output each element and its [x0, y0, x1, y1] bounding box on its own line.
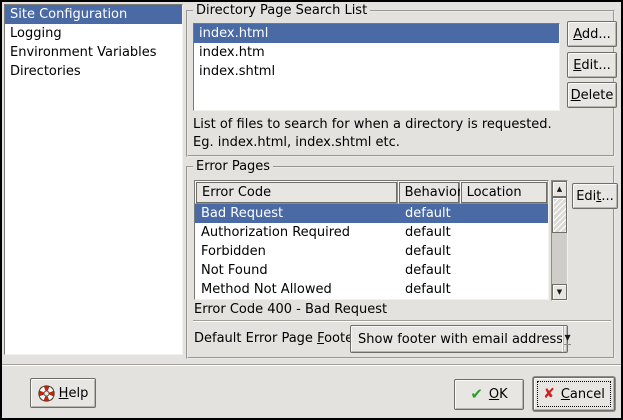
table-row[interactable]: Method Not Allowed default [195, 280, 548, 299]
description-line-2: Eg. index.html, index.shtml etc. [193, 134, 552, 152]
add-button[interactable]: Add... [567, 21, 617, 47]
cell-error-code: Authorization Required [195, 223, 399, 242]
cell-error-code: Bad Request [195, 204, 399, 223]
error-pages-frame: Error Pages Error Code Behavior Location… [186, 166, 615, 359]
directory-frame-title: Directory Page Search List [193, 3, 370, 18]
scrollbar-down-icon[interactable]: ▼ [552, 284, 567, 300]
cell-location [461, 261, 544, 280]
category-list: Site Configuration Logging Environment V… [4, 4, 183, 355]
cell-error-code: Forbidden [195, 242, 399, 261]
help-lifesaver-icon [38, 385, 55, 402]
error-pages-table: Error Code Behavior Location Bad Request… [194, 180, 549, 300]
table-row[interactable]: Bad Request default [195, 204, 548, 223]
edit-file-button[interactable]: Edit... [567, 52, 617, 78]
directory-file-list: index.html index.htm index.shtml [193, 23, 560, 111]
cancel-x-icon: ✘ [543, 387, 555, 401]
http-configuration-dialog: Site Configuration Logging Environment V… [0, 0, 623, 420]
scrollbar-thumb[interactable] [552, 197, 567, 233]
ok-button[interactable]: ✔ OK [454, 379, 524, 410]
cell-behavior: default [399, 223, 461, 242]
edit-error-page-button[interactable]: Edit... [572, 183, 618, 209]
cell-behavior: default [399, 204, 461, 223]
sidebar-item-logging[interactable]: Logging [5, 24, 182, 43]
table-header-row: Error Code Behavior Location [195, 181, 548, 204]
help-button-label: Help [59, 386, 89, 401]
file-list-item[interactable]: index.html [194, 24, 559, 43]
cell-behavior: default [399, 242, 461, 261]
action-area-separator [2, 364, 621, 366]
file-list-item[interactable]: index.shtml [194, 62, 559, 81]
scrollbar-up-icon[interactable]: ▲ [552, 181, 567, 197]
cancel-button[interactable]: ✘ Cancel [533, 377, 615, 411]
table-row[interactable]: Not Found default [195, 261, 548, 280]
cell-behavior: default [399, 261, 461, 280]
description-line-1: List of files to search for when a direc… [193, 116, 552, 134]
cell-location [461, 280, 544, 299]
dropdown-selected-value: Show footer with email address [351, 332, 563, 347]
file-list-item[interactable]: index.htm [194, 43, 559, 62]
cell-location [461, 242, 544, 261]
file-list-description: List of files to search for when a direc… [193, 116, 552, 152]
directory-page-search-list-frame: Directory Page Search List index.html in… [186, 10, 615, 157]
sidebar-item-environment-variables[interactable]: Environment Variables [5, 43, 182, 62]
table-row[interactable]: Forbidden default [195, 242, 548, 261]
default-error-page-footer-label: Default Error Page Footer: [194, 330, 363, 347]
cell-error-code: Not Found [195, 261, 399, 280]
table-row[interactable]: Authorization Required default [195, 223, 548, 242]
edit-error-page-button-label: Edit... [576, 189, 614, 204]
error-code-status-text: Error Code 400 - Bad Request [194, 301, 387, 318]
delete-button[interactable]: Delete [567, 82, 617, 108]
cell-behavior: default [399, 280, 461, 299]
cell-error-code: Method Not Allowed [195, 280, 399, 299]
cell-location [461, 204, 544, 223]
edit-file-button-label: Edit... [573, 58, 611, 73]
sidebar-item-directories[interactable]: Directories [5, 62, 182, 81]
add-button-label: Add... [573, 27, 611, 42]
column-header-behavior[interactable]: Behavior [398, 181, 460, 204]
help-button[interactable]: Help [30, 378, 96, 408]
combo-dropdown-arrow-icon[interactable]: ▼ [563, 326, 571, 352]
error-frame-title: Error Pages [193, 159, 273, 174]
column-header-error-code[interactable]: Error Code [195, 181, 398, 204]
column-header-location[interactable]: Location [460, 181, 548, 204]
delete-button-label: Delete [571, 88, 614, 103]
sidebar-item-site-configuration[interactable]: Site Configuration [5, 5, 182, 24]
table-vertical-scrollbar[interactable]: ▲ ▼ [551, 180, 568, 301]
ok-check-icon: ✔ [470, 387, 483, 402]
cancel-button-label: Cancel [561, 387, 605, 402]
default-error-page-footer-dropdown[interactable]: Show footer with email address ▼ [350, 325, 568, 353]
footer-separator [193, 320, 611, 322]
ok-button-label: OK [489, 387, 508, 402]
cell-location [461, 223, 544, 242]
